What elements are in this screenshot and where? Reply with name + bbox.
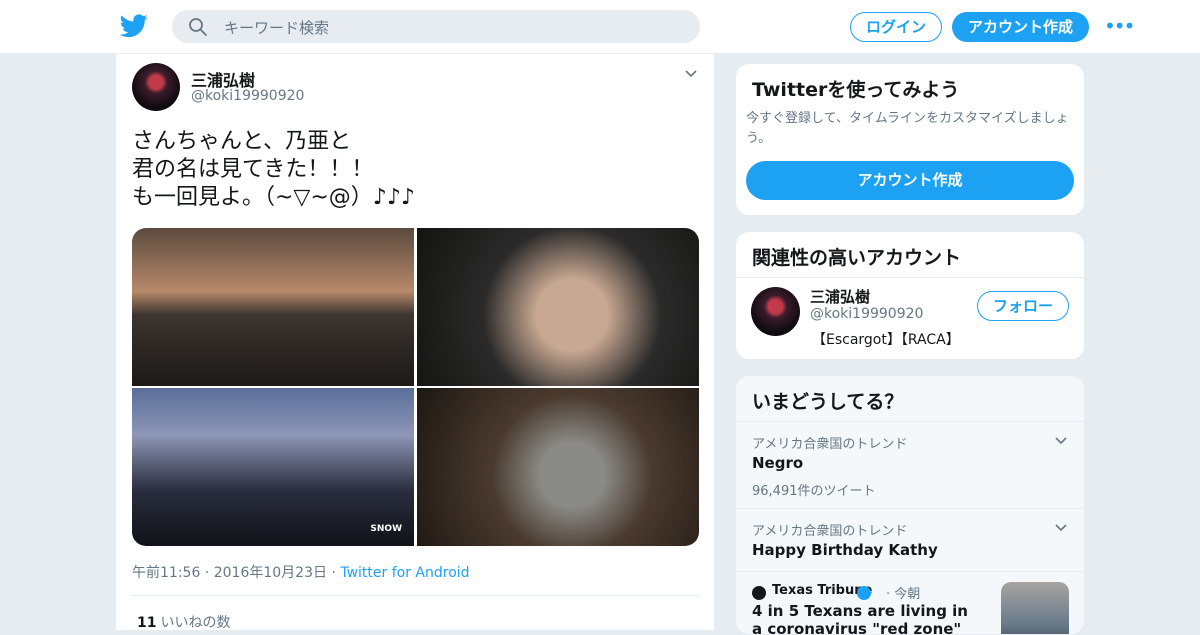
photo-watermark: SNOW <box>370 524 402 534</box>
author-handle[interactable]: @koki19990920 <box>191 88 304 104</box>
separator: · <box>886 587 891 602</box>
trend-item[interactable]: アメリカ合衆国のトレンド Happy Birthday Kathy <box>736 508 1084 571</box>
tweet-photo-3[interactable]: SNOW <box>132 388 414 546</box>
separator: · <box>204 565 210 581</box>
news-thumbnail <box>1001 582 1069 634</box>
trend-name: Happy Birthday Kathy <box>752 541 938 559</box>
related-accounts-card: 関連性の高いアカウント 三浦弘樹 @koki19990920 【Escargot… <box>735 231 1085 360</box>
login-button[interactable]: ログイン <box>850 12 942 42</box>
search-bar[interactable]: キーワード検索 <box>172 10 700 43</box>
trends-card: いまどうしてる？ アメリカ合衆国のトレンド Negro 96,491件のツイート… <box>735 375 1085 635</box>
more-options-icon[interactable]: ••• <box>1104 14 1135 38</box>
news-time-text: 今朝 <box>894 587 921 602</box>
chevron-down-icon[interactable] <box>684 67 698 81</box>
tweet-photo-2[interactable] <box>417 228 699 386</box>
chevron-down-icon[interactable] <box>1054 521 1068 535</box>
card-title: 関連性の高いアカウント <box>752 247 962 269</box>
top-navigation-bar: キーワード検索 ログイン アカウント作成 ••• <box>0 0 1200 54</box>
card-title: Twitterを使ってみよう <box>752 79 960 101</box>
account-handle[interactable]: @koki19990920 <box>810 306 923 322</box>
trend-context: アメリカ合衆国のトレンド <box>752 524 908 539</box>
photo-grid: SNOW <box>132 228 699 546</box>
card-description: 今すぐ登録して、タイムラインをカスタマイズしましょう。 <box>746 111 1069 146</box>
like-stats[interactable]: 11 いいねの数 <box>137 612 230 632</box>
tweet-time: 午前11:56 <box>132 565 201 581</box>
signup-button[interactable]: アカウント作成 <box>952 12 1089 42</box>
news-source-icon <box>752 586 766 600</box>
avatar[interactable] <box>751 287 800 336</box>
tweet-photo-4[interactable] <box>417 388 699 546</box>
account-name[interactable]: 三浦弘樹 <box>810 286 870 307</box>
tweet-card: 三浦弘樹 @koki19990920 さんちゃんと、乃亜と 君の名は見てきた！！… <box>115 54 715 632</box>
search-icon <box>189 18 207 36</box>
verified-badge-icon <box>857 586 871 600</box>
news-time: · 今朝 <box>886 583 920 602</box>
follow-button[interactable]: フォロー <box>977 291 1069 321</box>
search-placeholder: キーワード検索 <box>224 19 330 37</box>
trend-item[interactable]: アメリカ合衆国のトレンド Negro 96,491件のツイート <box>736 421 1084 508</box>
card-title: いまどうしてる？ <box>752 391 904 413</box>
avatar[interactable] <box>132 63 180 111</box>
trend-tweet-count: 96,491件のツイート <box>752 484 876 499</box>
trend-name: Negro <box>752 454 804 472</box>
tweet-metadata: 午前11:56 · 2016年10月23日 · Twitter for Andr… <box>132 562 470 582</box>
like-count: 11 <box>137 615 157 631</box>
news-headline: 4 in 5 Texans are living in a coronaviru… <box>752 602 968 635</box>
twitter-bird-logo-icon[interactable] <box>120 14 148 38</box>
tweet-source-link[interactable]: Twitter for Android <box>340 565 469 581</box>
divider <box>736 277 1084 278</box>
tweet-text: さんちゃんと、乃亜と 君の名は見てきた！！！ も一回見よ。（~▽~@）♪♪♪ <box>132 129 415 210</box>
separator: · <box>331 565 336 581</box>
tweet-photo-1[interactable] <box>132 228 414 386</box>
divider <box>132 595 699 596</box>
trend-context: アメリカ合衆国のトレンド <box>752 437 908 452</box>
chevron-down-icon[interactable] <box>1054 434 1068 448</box>
signup-card: Twitterを使ってみよう 今すぐ登録して、タイムラインをカスタマイズしましょ… <box>735 63 1085 216</box>
account-bio: 【Escargot】【RACA】 <box>812 332 960 348</box>
tweet-date: 2016年10月23日 <box>213 565 327 581</box>
news-item[interactable]: Texas Tribune · 今朝 4 in 5 Texans are liv… <box>736 571 1084 635</box>
like-label: いいねの数 <box>160 615 231 631</box>
create-account-button[interactable]: アカウント作成 <box>746 161 1074 200</box>
